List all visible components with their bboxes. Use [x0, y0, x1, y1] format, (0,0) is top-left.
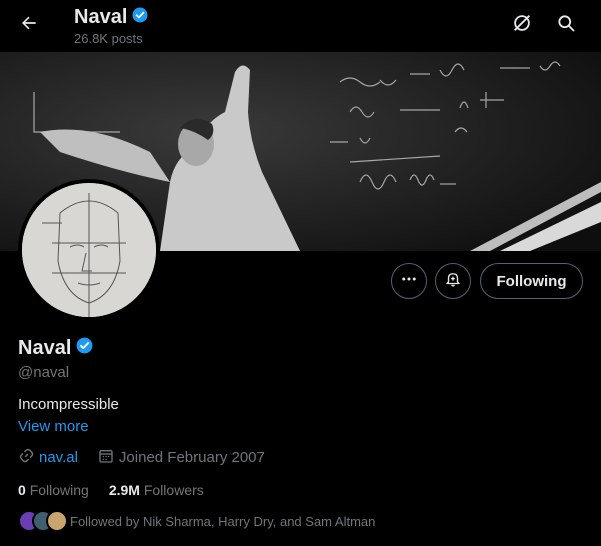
followers-label: Followers	[143, 482, 204, 498]
following-label: Following	[29, 482, 89, 498]
notifications-button[interactable]	[435, 263, 471, 299]
verified-badge-icon	[131, 6, 149, 29]
header-title-block: Naval 26.8K posts	[74, 6, 149, 46]
more-dots-icon	[400, 270, 418, 293]
following-button[interactable]: Following	[480, 263, 583, 299]
profile-avatar[interactable]	[18, 179, 160, 321]
search-button[interactable]	[551, 10, 581, 40]
following-count: 0	[18, 482, 26, 498]
back-button[interactable]	[14, 10, 44, 40]
profile-handle: @naval	[18, 364, 70, 381]
avatar	[46, 510, 68, 532]
profile-name-row: Naval	[18, 336, 94, 360]
verified-badge-icon[interactable]	[75, 336, 94, 360]
bell-plus-icon	[444, 270, 462, 293]
profile-joined-date: Joined February 2007	[118, 449, 265, 466]
profile-bio: Incompressible	[18, 396, 119, 413]
header-post-count: 26.8K posts	[74, 31, 143, 46]
followers-stat[interactable]: 2.9M Followers	[109, 482, 204, 498]
header-name: Naval	[74, 6, 128, 28]
grok-icon	[511, 12, 533, 39]
following-stat[interactable]: 0 Following	[18, 482, 89, 498]
followers-count: 2.9M	[108, 482, 140, 498]
more-options-button[interactable]	[391, 263, 427, 299]
profile-meta-row: nav.al Joined February 2007	[18, 447, 265, 468]
top-bar: Naval 26.8K posts	[0, 0, 601, 52]
search-icon	[556, 13, 576, 38]
view-more-link[interactable]: View more	[18, 418, 89, 435]
link-icon	[18, 447, 35, 468]
followed-by-avatars	[18, 510, 68, 532]
calendar-icon	[98, 448, 114, 468]
profile-website-link[interactable]: nav.al	[39, 449, 78, 466]
arrow-left-icon	[19, 13, 39, 38]
followed-by-row[interactable]: Followed by Nik Sharma, Harry Dry, and S…	[18, 510, 375, 532]
profile-name: Naval	[18, 336, 72, 359]
profile-stats: 0 Following 2.9M Followers	[18, 482, 224, 498]
followed-by-text: Followed by Nik Sharma, Harry Dry, and S…	[70, 513, 376, 529]
grok-button[interactable]	[507, 10, 537, 40]
